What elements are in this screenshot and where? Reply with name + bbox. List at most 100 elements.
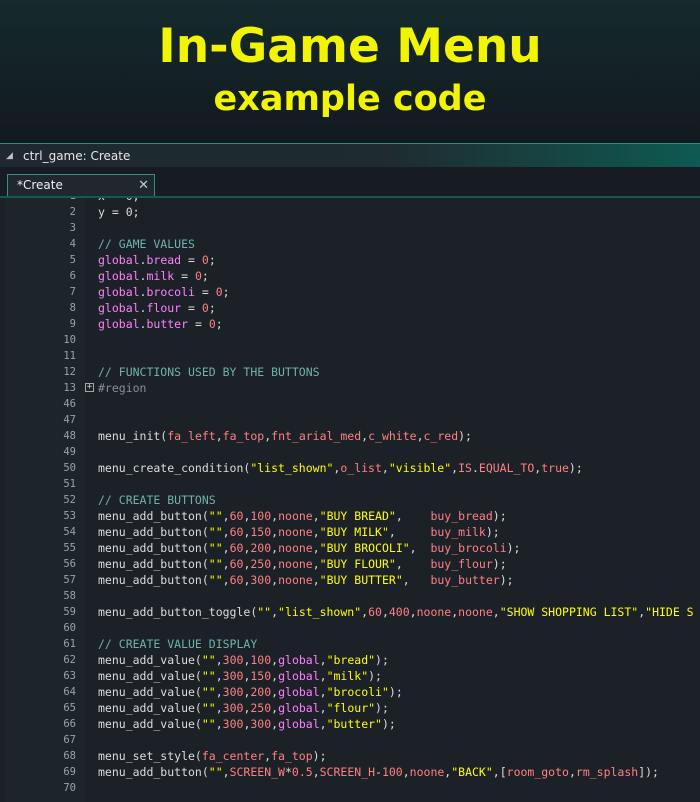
code-token: 300: [222, 701, 244, 715]
code-line[interactable]: 46: [0, 396, 700, 412]
code-token: global: [278, 685, 320, 699]
code-token: 300: [222, 717, 244, 731]
code-line[interactable]: 66 menu_add_value("",300,300,global,"butt…: [0, 716, 700, 732]
code-text: menu_add_button("",60,300,noone,"BUY BUT…: [98, 572, 514, 588]
code-line[interactable]: 60: [0, 620, 700, 636]
code-token: .: [471, 461, 479, 475]
code-token: fa_top: [222, 429, 265, 443]
code-token: global: [278, 701, 320, 715]
code-line[interactable]: 56 menu_add_button("",60,250,noone,"BUY F…: [0, 556, 700, 572]
code-token: );: [492, 509, 507, 523]
code-token: ,: [312, 541, 320, 555]
line-number: 51: [63, 478, 76, 490]
code-token: ,: [312, 509, 320, 523]
code-token: "HIDE S: [645, 605, 694, 619]
code-editor[interactable]: 1x = 0;2y = 0;34// GAME VALUES5global.br…: [0, 198, 700, 802]
code-token: rm_splash: [575, 765, 639, 779]
code-token: 300: [222, 669, 244, 683]
code-token: ,: [381, 605, 389, 619]
code-line[interactable]: 11: [0, 348, 700, 364]
code-line[interactable]: 13 + #region: [0, 380, 700, 396]
code-token: room_goto: [506, 765, 569, 779]
code-line[interactable]: 70: [0, 780, 700, 796]
code-token: buy_butter: [430, 573, 500, 587]
code-line[interactable]: 55 menu_add_button("",60,200,noone,"BUY B…: [0, 540, 700, 556]
window-title-bar[interactable]: ◢ ctrl_game: Create: [0, 143, 700, 168]
code-line[interactable]: 9 global.butter = 0;: [0, 316, 700, 332]
code-token: ,: [492, 605, 500, 619]
code-line[interactable]: 48 menu_init(fa_left,fa_top,fnt_arial_med…: [0, 428, 700, 444]
code-token: );: [368, 669, 382, 683]
code-token: "visible": [388, 461, 452, 475]
code-token: );: [312, 749, 327, 763]
line-number: 46: [63, 398, 76, 410]
code-token: =: [188, 317, 209, 331]
code-token: EQUAL_TO: [478, 461, 535, 475]
tab-create[interactable]: *Create ✕: [7, 174, 155, 196]
code-token: =: [181, 253, 202, 267]
code-token: ,: [222, 541, 230, 555]
code-line[interactable]: 59 menu_add_button_toggle("","list_shown"…: [0, 604, 700, 620]
code-line[interactable]: 69 menu_add_button("",SCREEN_W*0.5,SCREEN…: [0, 764, 700, 780]
code-token: IS: [458, 461, 472, 475]
code-line[interactable]: 67: [0, 732, 700, 748]
code-token: "": [201, 653, 216, 667]
code-line[interactable]: 3: [0, 220, 700, 236]
code-token: );: [458, 429, 472, 443]
code-token: menu_set_style(: [98, 749, 202, 763]
code-text: // GAME VALUES: [98, 236, 195, 252]
code-token: "milk": [326, 669, 369, 683]
code-line[interactable]: 61 // CREATE VALUE DISPLAY: [0, 636, 700, 652]
line-number: 2: [69, 206, 76, 218]
code-line[interactable]: 64 menu_add_value("",300,200,global,"broc…: [0, 684, 700, 700]
code-token: ,: [312, 525, 320, 539]
code-line[interactable]: 57 menu_add_button("",60,300,noone,"BUY B…: [0, 572, 700, 588]
code-line[interactable]: 52 // CREATE BUTTONS: [0, 492, 700, 508]
code-line[interactable]: 62 menu_add_value("",300,100,global,"brea…: [0, 652, 700, 668]
code-token: 60: [229, 509, 244, 523]
code-line[interactable]: 47: [0, 412, 700, 428]
code-text: menu_add_button_toggle("","list_shown",6…: [98, 604, 694, 620]
code-token: fnt_arial_med: [271, 429, 362, 443]
code-token: 300: [222, 653, 244, 667]
code-token: );: [388, 685, 403, 699]
code-text: menu_add_button("",60,200,noone,"BUY BRO…: [98, 540, 520, 556]
line-number: 3: [69, 222, 76, 234]
code-lines[interactable]: 1x = 0;2y = 0;34// GAME VALUES5global.br…: [0, 198, 700, 796]
line-number: 59: [63, 606, 76, 618]
fold-expand-icon[interactable]: +: [85, 383, 94, 392]
line-number: 11: [63, 350, 76, 362]
code-line[interactable]: 65 menu_add_value("",300,250,global,"flou…: [0, 700, 700, 716]
collapse-triangle-icon[interactable]: ◢: [6, 144, 13, 168]
code-token: global: [278, 717, 320, 731]
code-line[interactable]: 6 global.milk = 0;: [0, 268, 700, 284]
code-line[interactable]: 49: [0, 444, 700, 460]
code-line[interactable]: 54 menu_add_button("",60,150,noone,"BUY M…: [0, 524, 700, 540]
code-line[interactable]: 8 global.flour = 0;: [0, 300, 700, 316]
code-token: =: [181, 301, 202, 315]
code-token: "SHOW SHOPPING LIST": [499, 605, 639, 619]
code-line[interactable]: 10: [0, 332, 700, 348]
code-token: menu_add_button(: [98, 557, 209, 571]
code-line[interactable]: 50 menu_create_condition("list_shown",o_l…: [0, 460, 700, 476]
line-number: 9: [69, 318, 76, 330]
code-line[interactable]: 58: [0, 588, 700, 604]
code-line[interactable]: 63 menu_add_value("",300,150,global,"milk…: [0, 668, 700, 684]
code-token: noone: [458, 605, 493, 619]
code-text: global.brocoli = 0;: [98, 284, 230, 300]
code-token: ,: [215, 717, 223, 731]
code-line[interactable]: 68 menu_set_style(fa_center,fa_top);: [0, 748, 700, 764]
code-text: menu_add_value("",300,200,global,"brocol…: [98, 684, 403, 700]
code-line[interactable]: 2 y = 0;: [0, 204, 700, 220]
code-token: SCREEN_W: [229, 765, 285, 779]
code-token: "": [208, 509, 223, 523]
code-line[interactable]: 5 global.bread = 0;: [0, 252, 700, 268]
code-line[interactable]: 51: [0, 476, 700, 492]
title-banner: In-Game Menu example code: [0, 0, 700, 143]
close-icon[interactable]: ✕: [138, 175, 149, 196]
code-token: menu_add_value(: [98, 685, 202, 699]
code-line[interactable]: 53 menu_add_button("",60,100,noone,"BUY B…: [0, 508, 700, 524]
code-line[interactable]: 7 global.brocoli = 0;: [0, 284, 700, 300]
code-line[interactable]: 12 // FUNCTIONS USED BY THE BUTTONS: [0, 364, 700, 380]
code-line[interactable]: 4 // GAME VALUES: [0, 236, 700, 252]
